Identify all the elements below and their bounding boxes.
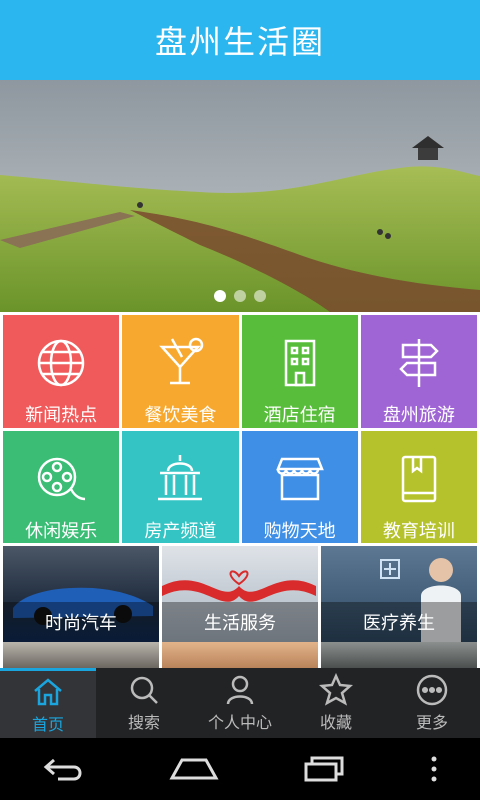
building-icon xyxy=(284,339,315,387)
promo-card-medical[interactable]: 医疗养生 xyxy=(321,546,477,642)
promo-card-partial[interactable] xyxy=(3,642,159,668)
tab-label: 搜索 xyxy=(127,713,160,732)
category-label: 教育培训 xyxy=(382,520,455,542)
signpost-icon xyxy=(399,339,439,387)
tab-home[interactable]: 首页 xyxy=(0,668,96,738)
system-navigation-bar xyxy=(0,738,480,800)
promo-label: 时尚汽车 xyxy=(3,602,159,642)
tab-label: 更多 xyxy=(415,713,448,732)
category-label: 餐饮美食 xyxy=(144,405,217,426)
category-education[interactable]: 教育培训 xyxy=(360,430,477,543)
category-label: 休闲娱乐 xyxy=(25,520,98,542)
home-icon xyxy=(34,677,62,705)
promo-label: 医疗养生 xyxy=(321,602,477,642)
category-label: 盘州旅游 xyxy=(382,405,455,426)
promo-row-partial xyxy=(0,642,480,668)
app-title: 盘州生活圈 xyxy=(154,23,325,61)
star-icon xyxy=(319,673,353,706)
banner-carousel[interactable] xyxy=(0,80,480,312)
carousel-dot-3[interactable] xyxy=(254,290,266,302)
overflow-menu-icon[interactable] xyxy=(428,754,440,784)
carousel-dot-2[interactable] xyxy=(234,290,246,302)
promo-label: 生活服务 xyxy=(162,602,318,642)
promo-row: 时尚汽车 生活服务 医疗养生 xyxy=(0,546,480,642)
category-label: 购物天地 xyxy=(263,520,336,542)
category-entertainment[interactable]: 休闲娱乐 xyxy=(3,430,120,543)
app-header: 盘州生活圈 xyxy=(0,0,480,80)
home-icon[interactable] xyxy=(168,754,220,784)
category-travel[interactable]: 盘州旅游 xyxy=(360,315,477,428)
category-food[interactable]: 餐饮美食 xyxy=(122,315,239,428)
promo-card-services[interactable]: 生活服务 xyxy=(162,546,318,642)
bottom-tab-bar: 首页 搜索 个人中心 收藏 更多 xyxy=(0,668,480,738)
globe-icon xyxy=(37,339,85,387)
book-icon xyxy=(401,455,437,502)
banner-image xyxy=(0,80,480,312)
tab-label: 个人中心 xyxy=(207,713,272,732)
search-icon xyxy=(130,676,158,704)
category-label: 房产频道 xyxy=(144,520,217,542)
category-hotel[interactable]: 酒店住宿 xyxy=(241,315,358,428)
film-reel-icon xyxy=(37,457,86,500)
tab-favorites[interactable]: 收藏 xyxy=(288,668,384,738)
store-icon xyxy=(275,457,324,500)
category-label: 酒店住宿 xyxy=(263,405,336,426)
more-icon xyxy=(416,674,448,706)
tab-more[interactable]: 更多 xyxy=(384,668,480,738)
category-label: 新闻热点 xyxy=(25,405,98,426)
tab-profile[interactable]: 个人中心 xyxy=(192,668,288,738)
cocktail-icon xyxy=(159,337,204,385)
carousel-dot-1[interactable] xyxy=(214,290,226,302)
tab-search[interactable]: 搜索 xyxy=(96,668,192,738)
tab-label: 首页 xyxy=(31,714,64,734)
capitol-icon xyxy=(158,454,203,500)
category-news[interactable]: 新闻热点 xyxy=(3,315,120,428)
promo-card-partial[interactable] xyxy=(321,642,477,668)
back-icon[interactable] xyxy=(40,754,88,784)
user-icon xyxy=(226,675,254,705)
tab-label: 收藏 xyxy=(319,713,352,732)
category-grid: 新闻热点 餐饮美食 酒店住宿 盘州旅游 休闲娱乐 房产频道 购物天地 教育培训 xyxy=(0,312,480,546)
promo-card-partial[interactable] xyxy=(162,642,318,668)
category-shopping[interactable]: 购物天地 xyxy=(241,430,358,543)
recent-apps-icon[interactable] xyxy=(300,754,348,784)
carousel-indicator xyxy=(0,290,480,302)
category-real-estate[interactable]: 房产频道 xyxy=(122,430,239,543)
promo-card-car[interactable]: 时尚汽车 xyxy=(3,546,159,642)
